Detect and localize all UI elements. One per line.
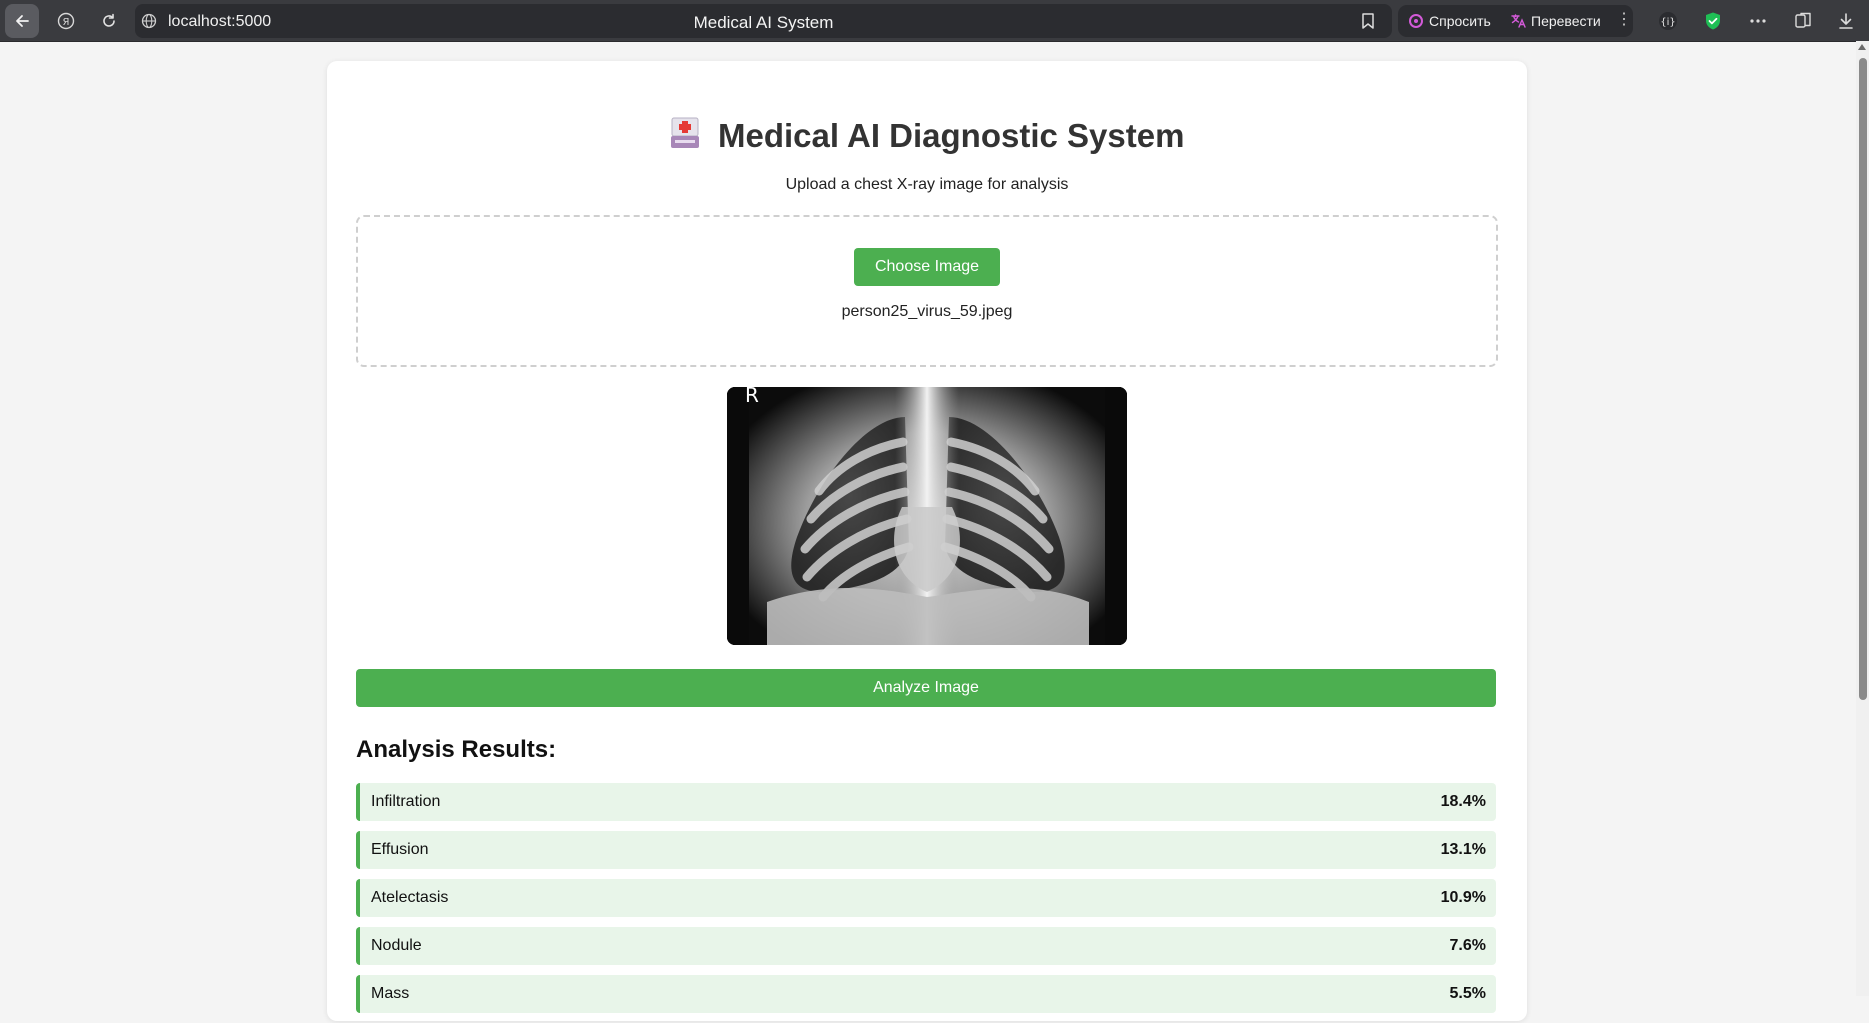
xray-preview-image: R [727, 387, 1127, 645]
translate-icon [1511, 14, 1526, 28]
braces-icon: {i} [1659, 12, 1677, 30]
xray-side-marker: R [745, 387, 759, 407]
selected-file-name: person25_virus_59.jpeg [841, 303, 1013, 320]
scroll-thumb[interactable] [1859, 58, 1867, 700]
yandex-icon: Я [57, 12, 75, 30]
main-card: Medical AI Diagnostic System Upload a ch… [327, 61, 1527, 1021]
upload-dropzone[interactable]: Choose Image person25_virus_59.jpeg [356, 215, 1498, 367]
ask-label: Спросить [1429, 13, 1491, 29]
page-scrollbar[interactable] [1856, 41, 1869, 996]
result-row: Effusion 13.1% [356, 831, 1496, 869]
result-row: Nodule 7.6% [356, 927, 1496, 965]
analyze-image-button[interactable]: Analyze Image [356, 669, 1496, 707]
more-vertical-icon[interactable]: ⋮ [1616, 9, 1632, 29]
medical-kit-icon [670, 116, 700, 155]
result-value: 18.4% [1440, 793, 1486, 810]
download-icon [1839, 13, 1853, 29]
result-row: Mass 5.5% [356, 975, 1496, 1013]
svg-text:{i}: {i} [1660, 17, 1676, 28]
assistant-pill: Спросить Перевести ⋮ [1398, 5, 1633, 37]
translate-label: Перевести [1531, 13, 1601, 29]
dots-icon [1750, 19, 1766, 23]
translate-button[interactable]: Перевести [1510, 13, 1601, 29]
result-row: Atelectasis 10.9% [356, 879, 1496, 917]
tab-title: Medical AI System [693, 13, 834, 32]
result-label: Mass [371, 985, 410, 1002]
result-value: 5.5% [1449, 985, 1486, 1002]
choose-image-button[interactable]: Choose Image [854, 248, 1000, 286]
bookmark-icon[interactable] [1360, 12, 1376, 30]
result-label: Infiltration [371, 793, 441, 810]
page-title: Medical AI Diagnostic System [718, 116, 1185, 154]
yandex-button[interactable]: Я [49, 4, 83, 38]
svg-text:Я: Я [63, 17, 70, 28]
reload-button[interactable] [92, 4, 126, 38]
extension-button[interactable]: {i} [1655, 8, 1681, 34]
browser-toolbar: Я localhost:5000 Medical AI System Спрос… [0, 0, 1869, 42]
menu-button[interactable] [1745, 8, 1771, 34]
reload-icon [103, 13, 115, 27]
back-button[interactable] [5, 4, 39, 38]
results-heading: Analysis Results: [356, 736, 557, 763]
results-list: Infiltration 18.4% Effusion 13.1% Atelec… [356, 783, 1496, 1023]
scroll-up-arrow-icon[interactable] [1858, 44, 1866, 50]
page-subtitle: Upload a chest X-ray image for analysis [785, 176, 1069, 193]
result-row: Infiltration 18.4% [356, 783, 1496, 821]
result-label: Effusion [371, 841, 429, 858]
protect-button[interactable] [1700, 8, 1726, 34]
address-bar[interactable]: localhost:5000 Medical AI System [135, 4, 1392, 38]
collections-icon [1795, 12, 1811, 28]
collections-button[interactable] [1790, 8, 1816, 34]
header: Medical AI Diagnostic System [327, 116, 1527, 155]
alice-icon [1409, 14, 1423, 28]
shield-icon [1706, 12, 1720, 30]
ask-button[interactable]: Спросить [1408, 13, 1491, 29]
result-value: 7.6% [1449, 937, 1486, 954]
arrow-left-icon [16, 15, 29, 27]
downloads-button[interactable] [1833, 8, 1859, 34]
result-label: Nodule [371, 937, 422, 954]
result-value: 10.9% [1440, 889, 1486, 906]
result-value: 13.1% [1440, 841, 1486, 858]
result-label: Atelectasis [371, 889, 449, 906]
